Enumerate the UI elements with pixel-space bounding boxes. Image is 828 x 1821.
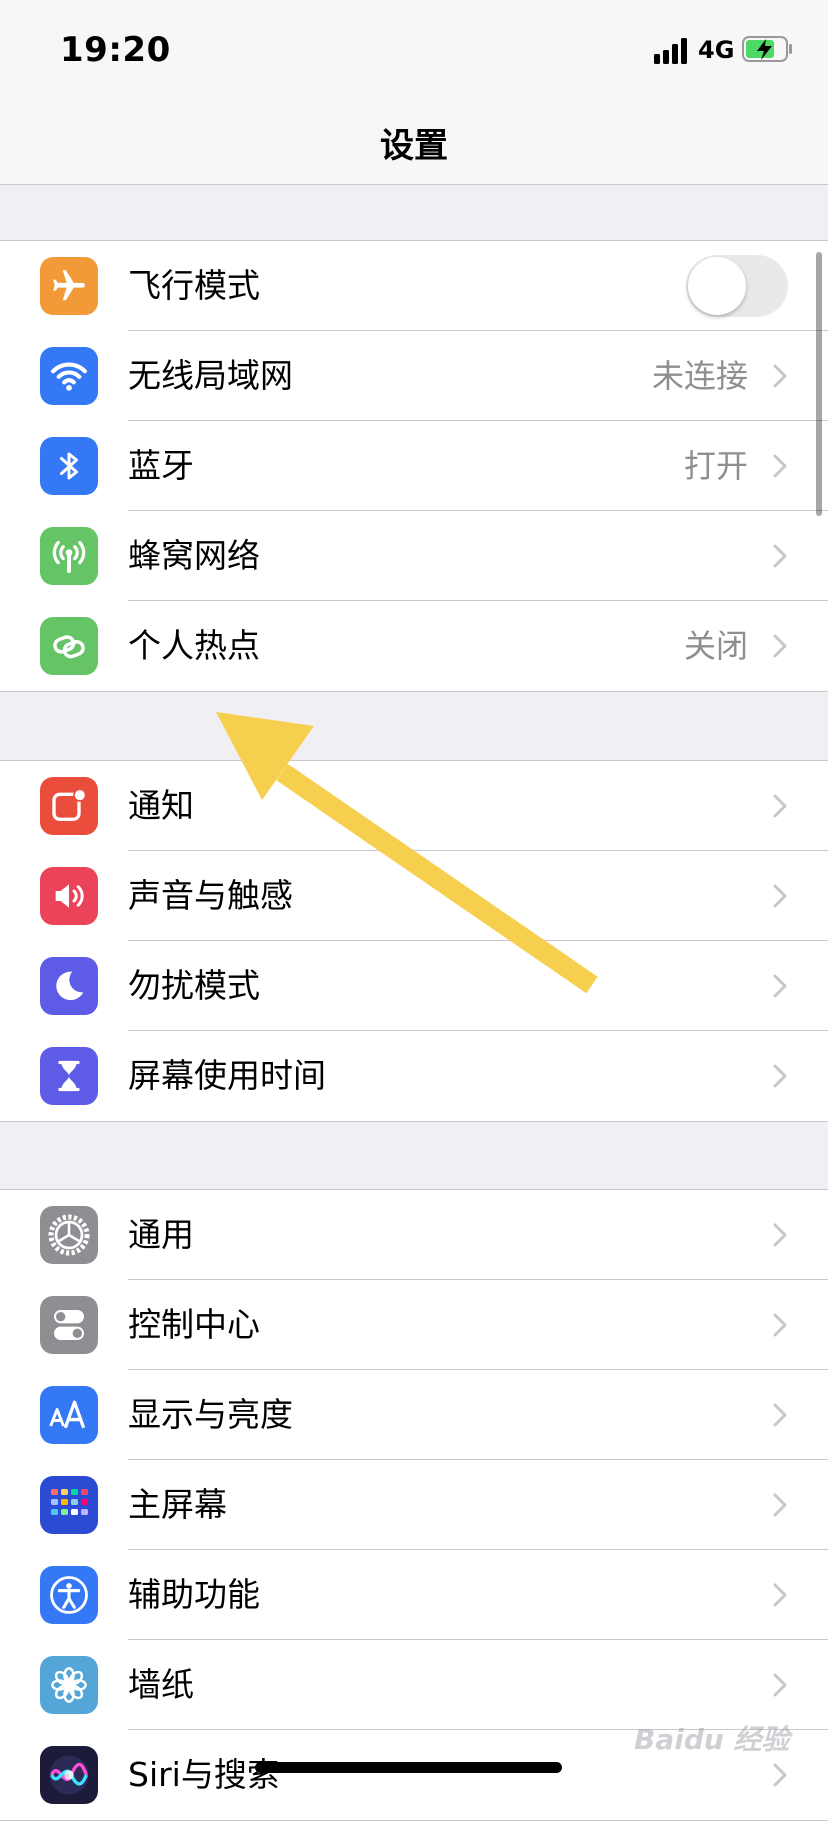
chevron-right-icon [773, 974, 787, 998]
navigation-bar: 设置 [0, 100, 828, 185]
network-type: 4G [698, 36, 735, 64]
cellular-signal-icon [654, 38, 687, 64]
settings-row-do-not-disturb[interactable]: 勿扰模式 [0, 941, 828, 1031]
row-label: 个人热点 [128, 626, 260, 665]
settings-row-display-brightness[interactable]: 显示与亮度 [0, 1370, 828, 1460]
chevron-right-icon [773, 454, 787, 478]
row-label: Siri与搜索 [128, 1755, 280, 1794]
settings-row-wifi[interactable]: 无线局域网 未连接 [0, 331, 828, 421]
chevron-right-icon [773, 1763, 787, 1787]
row-label: 显示与亮度 [128, 1395, 293, 1434]
battery-charging-icon [742, 36, 792, 62]
settings-row-accessibility[interactable]: 辅助功能 [0, 1550, 828, 1640]
toggle-knob [688, 257, 746, 315]
hotspot-chain-icon [40, 617, 98, 675]
chevron-right-icon [773, 544, 787, 568]
chevron-right-icon [773, 1673, 787, 1697]
row-label: 屏幕使用时间 [128, 1056, 326, 1095]
chevron-right-icon [773, 1064, 787, 1088]
flower-icon [40, 1656, 98, 1714]
chevron-right-icon [773, 634, 787, 658]
airplane-icon [40, 257, 98, 315]
row-label: 主屏幕 [128, 1485, 227, 1524]
row-label: 声音与触感 [128, 876, 293, 915]
chevron-right-icon [773, 1223, 787, 1247]
moon-icon [40, 957, 98, 1015]
page-title: 设置 [380, 126, 448, 166]
row-label: 通用 [128, 1215, 194, 1254]
speaker-icon [40, 867, 98, 925]
row-label: 控制中心 [128, 1305, 260, 1344]
settings-row-cellular[interactable]: 蜂窝网络 [0, 511, 828, 601]
row-value: 未连接 [651, 357, 748, 395]
text-size-icon [40, 1386, 98, 1444]
airplane-mode-toggle[interactable] [686, 255, 788, 317]
chevron-right-icon [773, 794, 787, 818]
row-label: 蓝牙 [128, 446, 194, 485]
row-label: 勿扰模式 [128, 966, 260, 1005]
chevron-right-icon [773, 1583, 787, 1607]
wifi-icon [40, 347, 98, 405]
settings-row-control-center[interactable]: 控制中心 [0, 1280, 828, 1370]
chevron-right-icon [773, 1403, 787, 1427]
settings-row-general[interactable]: 通用 [0, 1190, 828, 1280]
row-label: 墙纸 [128, 1665, 194, 1704]
settings-row-wallpaper[interactable]: 墙纸 [0, 1640, 828, 1730]
home-screen-grid-icon [40, 1476, 98, 1534]
status-bar: 19:20 4G [0, 0, 828, 100]
baidu-watermark: Baidu 经验 [634, 1723, 790, 1756]
row-label: 飞行模式 [128, 266, 260, 305]
chevron-right-icon [773, 884, 787, 908]
chevron-right-icon [773, 1493, 787, 1517]
settings-row-bluetooth[interactable]: 蓝牙 打开 [0, 421, 828, 511]
chevron-right-icon [773, 364, 787, 388]
bluetooth-icon [40, 437, 98, 495]
hourglass-icon [40, 1047, 98, 1105]
settings-row-notifications[interactable]: 通知 [0, 761, 828, 851]
notification-icon [40, 777, 98, 835]
accessibility-icon [40, 1566, 98, 1624]
settings-row-home-screen[interactable]: 主屏幕 [0, 1460, 828, 1550]
antenna-icon [40, 527, 98, 585]
settings-row-screen-time[interactable]: 屏幕使用时间 [0, 1031, 828, 1121]
settings-row-personal-hotspot[interactable]: 个人热点 关闭 [0, 601, 828, 691]
chevron-right-icon [773, 1313, 787, 1337]
status-time: 19:20 [60, 30, 171, 70]
row-label: 无线局域网 [128, 356, 293, 395]
switches-icon [40, 1296, 98, 1354]
row-label: 蜂窝网络 [128, 536, 260, 575]
settings-row-airplane-mode[interactable]: 飞行模式 [0, 241, 828, 331]
row-label: 辅助功能 [128, 1575, 260, 1614]
settings-group-notifications: 通知 声音与触感 勿扰模式 屏幕使用时间 [0, 760, 828, 1122]
row-value: 关闭 [683, 627, 748, 665]
siri-icon [40, 1746, 98, 1804]
settings-group-connectivity: 飞行模式 无线局域网 未连接 蓝牙 打开 蜂窝网络 个人热点 关闭 [0, 240, 828, 692]
row-label: 通知 [128, 786, 194, 825]
scroll-indicator[interactable] [816, 252, 822, 516]
row-value: 打开 [683, 447, 748, 485]
home-indicator[interactable] [255, 1762, 562, 1773]
settings-row-sounds-haptics[interactable]: 声音与触感 [0, 851, 828, 941]
gear-icon [40, 1206, 98, 1264]
